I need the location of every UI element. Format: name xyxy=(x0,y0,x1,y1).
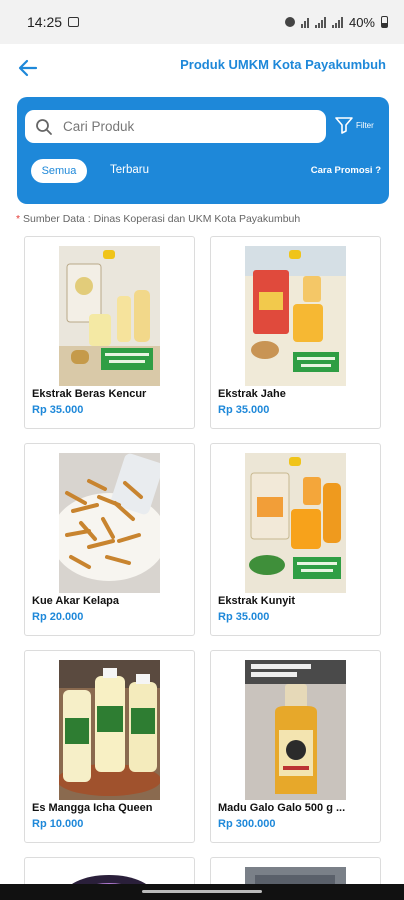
product-name: Es Mangga Icha Queen xyxy=(32,802,153,814)
filter-button[interactable]: Filter xyxy=(334,115,374,135)
battery-icon xyxy=(381,16,388,28)
product-card[interactable]: Ekstrak Jahe Rp 35.000 xyxy=(210,236,381,429)
product-image xyxy=(245,660,346,800)
product-image xyxy=(59,453,160,593)
source-text: Sumber Data : Dinas Koperasi dan UKM Kot… xyxy=(20,213,301,225)
product-name: Madu Galo Galo 500 g ... xyxy=(218,802,346,814)
product-card[interactable]: Es Mangga Icha Queen Rp 10.000 xyxy=(24,650,195,843)
product-name: Ekstrak Beras Kencur xyxy=(32,388,147,400)
filter-label: Filter xyxy=(356,120,374,130)
search-input[interactable]: Cari Produk xyxy=(25,110,326,143)
signal-2-icon xyxy=(331,16,343,28)
product-price: Rp 300.000 xyxy=(218,818,276,830)
product-card[interactable]: Madu Galo Galo 500 g ... Rp 300.000 xyxy=(210,650,381,843)
gallery-notification-icon xyxy=(68,17,80,27)
product-card[interactable]: Kue Akar Kelapa Rp 20.000 xyxy=(24,443,195,636)
product-price: Rp 35.000 xyxy=(32,404,84,416)
product-card[interactable]: Ekstrak Beras Kencur Rp 35.000 xyxy=(24,236,195,429)
product-image xyxy=(245,453,346,593)
product-card[interactable]: Ekstrak Kunyit Rp 35.000 xyxy=(210,443,381,636)
product-image xyxy=(59,246,160,386)
funnel-icon xyxy=(335,117,353,134)
product-name: Kue Akar Kelapa xyxy=(32,595,120,607)
search-placeholder: Cari Produk xyxy=(63,119,135,134)
back-arrow-icon[interactable] xyxy=(16,56,40,80)
battery-percent: 40% xyxy=(348,14,375,30)
alarm-icon xyxy=(284,17,295,27)
app-header: Produk UMKM Kota Payakumbuh xyxy=(0,44,404,92)
product-image xyxy=(59,660,160,800)
page-title: Produk UMKM Kota Payakumbuh xyxy=(180,57,386,72)
wifi-icon xyxy=(300,17,309,28)
system-navigation-bar xyxy=(0,884,404,900)
search-filter-panel: Cari Produk Filter Semua Terbaru Cara Pr… xyxy=(17,97,389,204)
product-price: Rp 10.000 xyxy=(32,818,84,830)
tab-terbaru[interactable]: Terbaru xyxy=(110,164,149,176)
tab-semua[interactable]: Semua xyxy=(31,159,87,183)
product-name: Ekstrak Jahe xyxy=(218,388,286,400)
search-icon xyxy=(36,118,52,135)
home-gesture-handle[interactable] xyxy=(142,890,262,893)
product-price: Rp 20.000 xyxy=(32,611,84,623)
product-name: Ekstrak Kunyit xyxy=(218,595,296,607)
product-image xyxy=(245,246,346,386)
product-price: Rp 35.000 xyxy=(218,404,270,416)
signal-icon xyxy=(314,16,326,28)
status-time: 14:25 xyxy=(27,14,63,30)
data-source-note: * Sumber Data : Dinas Koperasi dan UKM K… xyxy=(16,213,300,225)
product-price: Rp 35.000 xyxy=(218,611,270,623)
promotion-help-link[interactable]: Cara Promosi ? xyxy=(311,165,381,176)
status-bar: 14:25 40% xyxy=(0,0,404,44)
